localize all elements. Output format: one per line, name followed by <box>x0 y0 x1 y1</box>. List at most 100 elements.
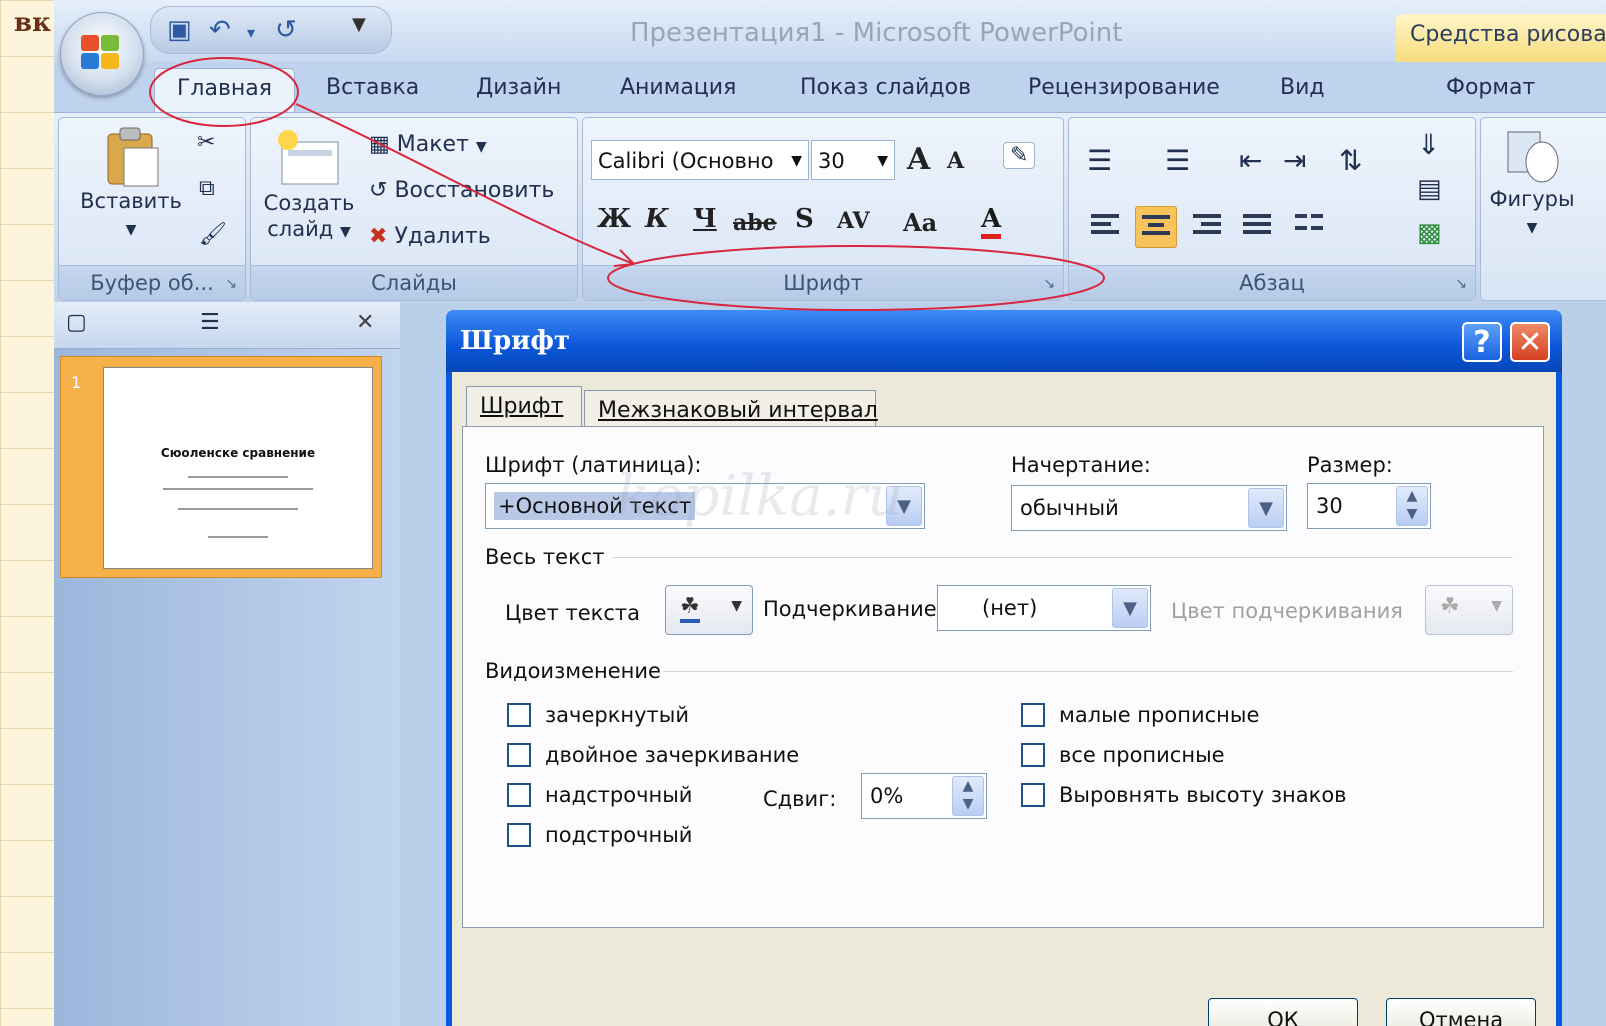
superscript-label: надстрочный <box>545 783 693 807</box>
font-dialog: Шрифт ? ✕ Шрифт Межзнаковый интервал Шри… <box>446 310 1562 1026</box>
slides-tab-icon[interactable]: ▢ <box>66 310 87 335</box>
format-painter-icon[interactable]: 🖌 <box>199 222 227 247</box>
text-direction-icon[interactable]: ⇓ <box>1417 128 1440 161</box>
columns-icon[interactable] <box>1289 206 1329 246</box>
tab-home[interactable]: Главная <box>154 68 296 112</box>
window-title: Презентация1 - Microsoft PowerPoint <box>630 18 1123 48</box>
help-icon[interactable]: ? <box>1462 322 1502 362</box>
font-color-button[interactable]: A <box>981 204 1002 239</box>
tab-design[interactable]: Дизайн <box>476 75 561 100</box>
style-combo[interactable]: обычный ▼ <box>1011 485 1287 531</box>
shadow-button[interactable]: S <box>795 204 814 234</box>
tab-animation[interactable]: Анимация <box>620 75 736 100</box>
double-strikethrough-label: двойное зачеркивание <box>545 743 800 767</box>
tab-view[interactable]: Вид <box>1280 75 1325 100</box>
paste-button[interactable]: Вставить ▼ <box>71 126 191 243</box>
cancel-button[interactable]: Отмена <box>1386 998 1536 1026</box>
font-group: Calibri (Основно ▼ 30 ▼ A A ✎ Ж К Ч abe S … <box>582 117 1064 301</box>
shapes-button[interactable]: Фигуры ▼ <box>1487 126 1577 241</box>
slide-number: 1 <box>71 373 82 392</box>
equalize-height-checkbox[interactable] <box>1021 783 1045 807</box>
close-pane-icon[interactable]: ✕ <box>356 310 374 335</box>
underline-button[interactable]: Ч <box>693 204 717 234</box>
cut-icon[interactable]: ✂ <box>197 130 215 155</box>
save-icon[interactable]: ▣ <box>167 15 192 45</box>
line-spacing-icon[interactable]: ⇅ <box>1339 144 1362 177</box>
tab-insert[interactable]: Вставка <box>326 75 419 100</box>
char-spacing-button[interactable]: AV <box>837 208 870 234</box>
subscript-label: подстрочный <box>545 823 693 847</box>
layout-button[interactable]: ▦ Макет ▼ <box>369 132 487 157</box>
thumb-text-line <box>208 536 268 538</box>
align-left-icon[interactable] <box>1085 206 1125 246</box>
group-label-font: Шрифт <box>583 265 1063 300</box>
double-strikethrough-checkbox[interactable] <box>507 743 531 767</box>
tab-review[interactable]: Рецензирование <box>1028 75 1220 100</box>
chevron-down-icon: ▼ <box>1112 588 1148 628</box>
slide-thumbnail-selected[interactable]: 1 Сюоленске сравнение <box>60 356 382 578</box>
font-name-combo[interactable]: Calibri (Основно ▼ <box>591 140 809 180</box>
drawing-tools-context-header: Средства рисова <box>1396 14 1606 62</box>
bold-button[interactable]: Ж <box>597 204 631 234</box>
align-right-icon[interactable] <box>1187 206 1227 246</box>
decrease-indent-icon[interactable]: ⇤ <box>1239 144 1262 177</box>
numbering-icon[interactable]: ☰ <box>1165 144 1190 177</box>
strikethrough-checkbox[interactable] <box>507 703 531 727</box>
grow-font-button[interactable]: A <box>907 142 930 177</box>
spinner-arrows-icon[interactable]: ▲ ▼ <box>952 776 984 816</box>
reset-button[interactable]: ↺ Восстановить <box>369 178 554 203</box>
customize-qat-icon[interactable]: ▼ <box>352 14 366 35</box>
close-icon[interactable]: ✕ <box>1510 322 1550 362</box>
ok-button[interactable]: ОК <box>1208 998 1358 1026</box>
small-caps-checkbox[interactable] <box>1021 703 1045 727</box>
justify-icon[interactable] <box>1237 206 1277 246</box>
thumb-text-line <box>188 476 288 478</box>
superscript-checkbox[interactable] <box>507 783 531 807</box>
outline-tab-icon[interactable]: ☰ <box>200 310 220 335</box>
paragraph-dialog-launcher-icon[interactable]: ↘ <box>1455 276 1467 292</box>
underline-combo[interactable]: (нет) ▼ <box>937 585 1151 631</box>
font-tab-page: Шрифт (латиница): +Основной текст ▼ Начер… <box>462 426 1544 928</box>
align-center-icon[interactable] <box>1135 206 1177 248</box>
redo-icon[interactable]: ↺ <box>275 15 297 45</box>
font-dialog-launcher-icon[interactable]: ↘ <box>1043 276 1055 292</box>
spinner-arrows-icon[interactable]: ▲ ▼ <box>1396 486 1428 526</box>
font-size-combo[interactable]: 30 ▼ <box>811 140 895 180</box>
copy-icon[interactable]: ⧉ <box>199 176 215 201</box>
text-color-label: Цвет текста <box>505 601 640 625</box>
new-slide-icon <box>278 130 339 185</box>
group-label-clipboard: Буфер об... <box>59 265 245 300</box>
office-logo-icon <box>81 35 121 71</box>
subscript-checkbox[interactable] <box>507 823 531 847</box>
all-caps-label: все прописные <box>1059 743 1225 767</box>
group-label-slides: Слайды <box>251 265 577 300</box>
bullets-icon[interactable]: ☰ <box>1087 144 1112 177</box>
dialog-title: Шрифт <box>460 326 570 356</box>
undo-icon[interactable]: ↶ <box>209 15 231 45</box>
delete-slide-button[interactable]: ✖ Удалить <box>369 224 491 249</box>
tab-slideshow[interactable]: Показ слайдов <box>800 75 971 100</box>
office-button[interactable] <box>60 12 144 96</box>
smartart-icon[interactable]: ▩ <box>1417 218 1442 248</box>
shapes-icon <box>1507 131 1559 183</box>
pane-tabs: ▢ ☰ ✕ <box>54 302 400 349</box>
drawing-group: Фигуры ▼ <box>1480 117 1606 301</box>
dialog-launcher-icon[interactable]: ↘ <box>225 276 237 292</box>
change-case-button[interactable]: Aa <box>903 208 937 237</box>
clear-formatting-icon[interactable]: ✎ <box>1003 142 1036 169</box>
all-caps-checkbox[interactable] <box>1021 743 1045 767</box>
text-color-button[interactable]: ☘ ▼ <box>665 585 753 635</box>
strikethrough-button[interactable]: abe <box>733 210 777 236</box>
offset-spinner[interactable]: 0% ▲ ▼ <box>861 773 987 819</box>
shrink-font-button[interactable]: A <box>947 148 964 174</box>
undo-dropdown-icon[interactable]: ▾ <box>247 23 255 42</box>
size-spinner[interactable]: 30 ▲ ▼ <box>1307 483 1431 529</box>
align-text-icon[interactable]: ▤ <box>1417 174 1442 204</box>
increase-indent-icon[interactable]: ⇥ <box>1283 144 1306 177</box>
paint-bucket-icon: ☘ <box>1440 594 1460 619</box>
tab-format[interactable]: Формат <box>1446 75 1535 100</box>
italic-button[interactable]: К <box>645 204 669 234</box>
font-latin-combo[interactable]: +Основной текст ▼ <box>485 483 925 529</box>
tab-font-label: Шрифт <box>480 394 564 419</box>
new-slide-button[interactable]: Создать слайд ▼ <box>259 128 359 245</box>
